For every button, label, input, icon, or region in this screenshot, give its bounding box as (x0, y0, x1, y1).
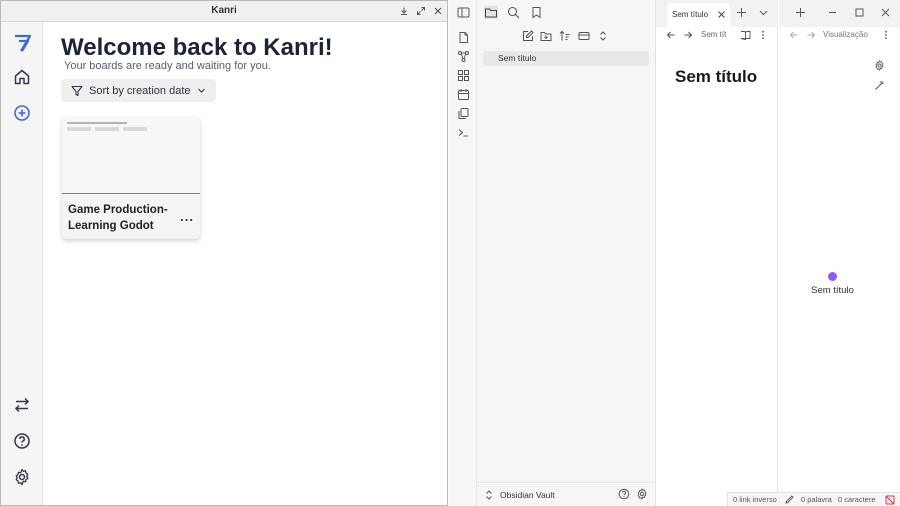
magic-wand-icon[interactable] (874, 80, 887, 93)
note-title[interactable]: Sem título (675, 66, 765, 87)
chevron-down-icon (197, 86, 206, 95)
graph-node[interactable] (828, 272, 837, 281)
new-note-icon[interactable] (522, 30, 535, 43)
sync-off-icon[interactable] (885, 495, 898, 506)
tab-bar: Sem título (656, 0, 778, 27)
canvas-icon[interactable] (457, 69, 470, 82)
board-preview (62, 117, 200, 194)
kanri-window: Kanri Welcome back to Kanri! Your boards… (0, 0, 448, 506)
calendar-icon[interactable] (457, 88, 470, 101)
page-subtitle: Your boards are ready and waiting for yo… (64, 60, 271, 72)
board-card[interactable]: Game Production- Learning Godot ... (62, 117, 200, 239)
board-menu-button[interactable]: ... (180, 209, 194, 224)
collapse-icon[interactable] (578, 30, 591, 43)
arrow-right-icon[interactable] (806, 30, 819, 43)
tab-label: Sem título (672, 10, 709, 19)
graph-settings-icon[interactable] (874, 60, 887, 73)
expand-collapse-icon[interactable] (597, 30, 610, 43)
close-icon[interactable] (432, 4, 443, 18)
file-tree-item[interactable]: Sem título (483, 51, 649, 66)
sort-order-icon[interactable] (559, 30, 572, 43)
close-icon[interactable] (717, 10, 726, 19)
maximize-icon[interactable] (415, 4, 426, 18)
graph-pane: Visualização Sem título (779, 0, 900, 506)
terminal-icon[interactable] (457, 126, 470, 139)
window-minimize-icon[interactable] (827, 7, 840, 20)
view-title: Visualização (823, 30, 868, 39)
help-icon[interactable] (618, 488, 631, 501)
help-icon[interactable] (13, 432, 31, 450)
word-count: 0 palavra (801, 495, 832, 504)
sort-button[interactable]: Sort by creation date (61, 79, 216, 102)
view-header: Sem título (656, 27, 778, 43)
new-tab-icon[interactable] (795, 7, 808, 20)
sort-label: Sort by creation date (89, 84, 191, 97)
search-icon[interactable] (507, 6, 520, 19)
window-title: Kanri (211, 5, 237, 16)
backlinks-count[interactable]: 0 link inverso (733, 495, 777, 504)
import-export-icon[interactable] (13, 396, 31, 414)
add-board-icon[interactable] (13, 104, 31, 122)
home-icon[interactable] (13, 68, 31, 86)
kanri-logo-icon[interactable] (13, 33, 32, 52)
board-title: Game Production- Learning Godot (68, 204, 168, 232)
tab-note[interactable]: Sem título (667, 3, 730, 27)
editor-pane: Sem título Sem tít Sem título (656, 0, 778, 506)
filter-icon (71, 85, 83, 97)
minimize-icon[interactable] (398, 4, 409, 18)
status-bar: 0 link inverso 0 palavra 0 caractere (727, 492, 900, 506)
obsidian-ribbon (449, 0, 477, 506)
window-close-icon[interactable] (880, 7, 893, 20)
char-count: 0 caractere (838, 495, 876, 504)
more-options-icon[interactable] (881, 30, 894, 43)
settings-icon[interactable] (636, 488, 649, 501)
graph-node-label: Sem título (811, 285, 854, 296)
sidebar-toggle-icon[interactable] (457, 6, 470, 19)
file-explorer: Sem título Obsidian Vault (477, 0, 656, 506)
window-maximize-icon[interactable] (854, 7, 867, 20)
bookmark-icon[interactable] (530, 6, 543, 19)
copy-icon[interactable] (457, 107, 470, 120)
reading-view-icon[interactable] (740, 30, 753, 43)
edit-mode-icon[interactable] (785, 495, 798, 506)
chevron-updown-icon (484, 489, 497, 502)
obsidian-window: Sem título Obsidian Vault Sem título Sem… (449, 0, 900, 506)
arrow-left-icon[interactable] (666, 30, 679, 43)
arrow-left-icon[interactable] (789, 30, 802, 43)
new-tab-icon[interactable] (736, 7, 749, 20)
tab-bar (779, 0, 900, 27)
arrow-right-icon[interactable] (683, 30, 696, 43)
new-folder-icon[interactable] (540, 30, 553, 43)
file-icon[interactable] (457, 31, 470, 44)
breadcrumb[interactable]: Sem título (701, 30, 727, 39)
chevron-down-icon[interactable] (758, 7, 771, 20)
page-title: Welcome back to Kanri! (61, 34, 333, 61)
desktop: Kanri Welcome back to Kanri! Your boards… (0, 0, 900, 506)
settings-icon[interactable] (13, 468, 31, 486)
kanri-sidebar (1, 22, 43, 505)
kanri-titlebar[interactable]: Kanri (1, 1, 447, 22)
kanri-main: Welcome back to Kanri! Your boards are r… (43, 22, 447, 505)
graph-view-icon[interactable] (457, 50, 470, 63)
folder-icon[interactable] (484, 6, 498, 19)
more-options-icon[interactable] (758, 30, 771, 43)
vault-name: Obsidian Vault (500, 490, 555, 500)
vault-switcher[interactable]: Obsidian Vault (477, 482, 656, 506)
